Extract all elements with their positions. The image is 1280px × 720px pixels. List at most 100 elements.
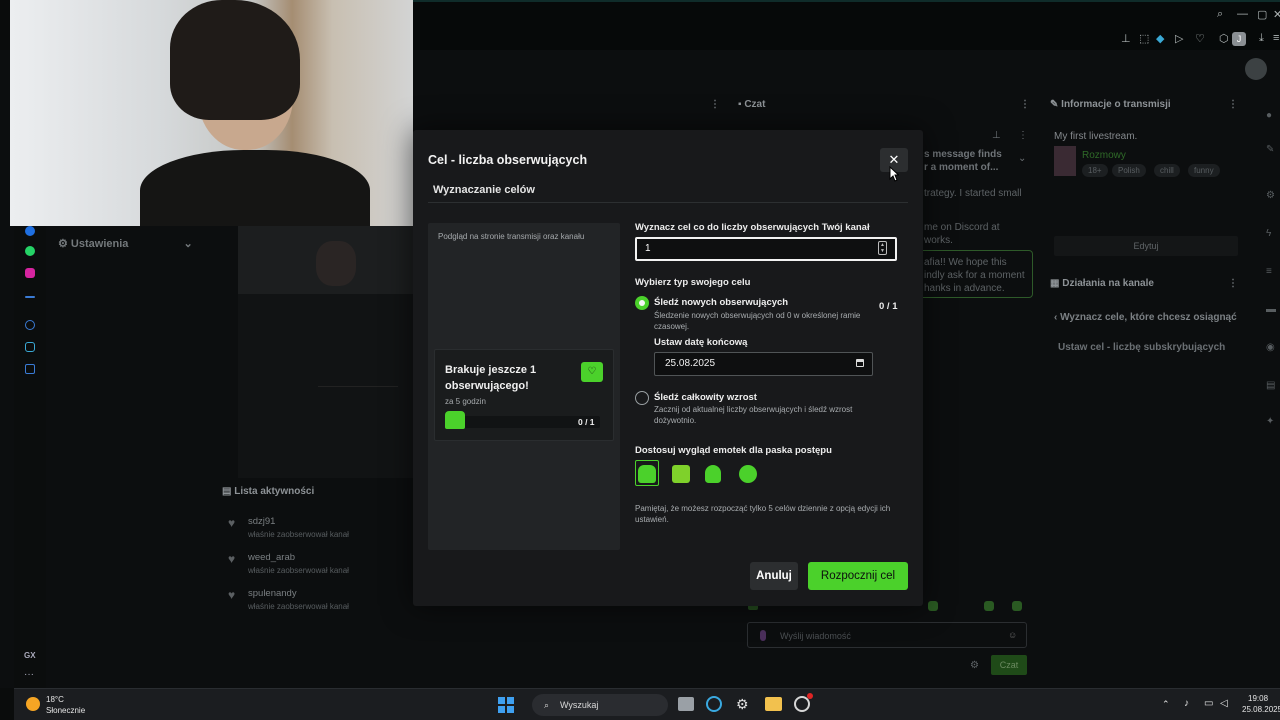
network-icon[interactable]: ▭: [1204, 698, 1213, 709]
daily-limit-note: Pamiętaj, że możesz rozpocząć tylko 5 ce…: [635, 504, 891, 524]
user-avatar[interactable]: [1245, 58, 1267, 80]
stream-category[interactable]: Rozmowy: [1082, 150, 1126, 161]
file-explorer-icon[interactable]: [765, 697, 782, 711]
mouse-cursor-icon: [889, 166, 899, 182]
end-date-input[interactable]: 25.08.2025: [654, 352, 873, 376]
menu-icon[interactable]: ≡: [1273, 32, 1279, 44]
section-title: Wyznaczanie celów: [433, 184, 535, 196]
stream-info-menu-icon[interactable]: ⋮: [1228, 94, 1238, 116]
volume-icon[interactable]: ◁: [1220, 698, 1228, 709]
emote-frog-icon[interactable]: [638, 465, 656, 483]
pin-icon[interactable]: ⊥: [1121, 32, 1131, 45]
minimize-icon[interactable]: —: [1237, 8, 1248, 20]
lightning-icon[interactable]: ϟ: [1266, 228, 1271, 239]
start-goal-button[interactable]: Rozpocznij cel: [808, 562, 908, 590]
clock-date[interactable]: 25.08.2025: [1242, 705, 1280, 714]
heart-icon[interactable]: ♡: [1195, 32, 1205, 45]
opera-gx-icon[interactable]: [706, 696, 722, 712]
pencil-icon[interactable]: ✎: [1266, 144, 1274, 155]
settings-header[interactable]: ⚙ Ustawienia ⌄: [58, 233, 193, 255]
chat-send-button[interactable]: Czat: [991, 655, 1027, 675]
extensions-icon[interactable]: ⬡: [1219, 32, 1229, 45]
end-date-label: Ustaw datę końcową: [654, 337, 748, 348]
browser-topbar: ⌕ — ▢ ✕ ⊥ ⬚ ◆ ▷ ♡ ⬡ J ⤓ ≡: [413, 0, 1280, 50]
clock-time[interactable]: 19:08: [1248, 694, 1268, 703]
play-icon[interactable]: ▷: [1175, 32, 1183, 45]
cancel-button[interactable]: Anuluj: [750, 562, 798, 590]
close-window-icon[interactable]: ✕: [1273, 8, 1280, 21]
heart-icon: ♥: [228, 588, 236, 602]
progress-emote-icon: [445, 411, 465, 429]
chevron-up-icon[interactable]: ⌃: [1162, 699, 1170, 710]
search-icon: ⌕: [544, 700, 550, 710]
target-number-input[interactable]: 1: [635, 237, 897, 261]
whatsapp-icon[interactable]: [25, 246, 35, 256]
shield-icon[interactable]: ◆: [1156, 32, 1164, 45]
chat-menu-icon[interactable]: ⋮: [1020, 94, 1030, 116]
snapshot-icon[interactable]: ⬚: [1139, 32, 1149, 45]
sun-icon[interactable]: [26, 697, 40, 711]
info-icon[interactable]: [25, 364, 35, 374]
goal-preview-card: Brakuje jeszcze 1 obserwującego! ♡ za 5 …: [434, 349, 614, 441]
windows-start-icon[interactable]: [498, 697, 514, 713]
profile-avatar[interactable]: J: [1232, 32, 1246, 46]
settings-app-icon[interactable]: ⚙: [736, 696, 752, 712]
goal-progress-count: 0 / 1: [578, 417, 595, 427]
weather-desc[interactable]: Słonecznie: [46, 706, 85, 715]
target-label: Wyznacz cel co do liczby obserwujących T…: [635, 222, 870, 233]
emote-blob-icon[interactable]: [739, 465, 757, 483]
messenger-icon[interactable]: [25, 226, 35, 236]
chat-input[interactable]: Wyślij wiadomość ☺: [747, 622, 1027, 648]
layers-icon[interactable]: ▤: [1266, 380, 1275, 391]
emote-label: Dostosuj wygląd emotek dla paska postępu: [635, 445, 832, 456]
channel-actions-back[interactable]: ‹ Wyznacz cele, które chcesz osiągnąć: [1054, 312, 1237, 323]
taskbar-search[interactable]: ⌕ Wyszukaj: [532, 694, 668, 716]
emote-cat-icon[interactable]: [672, 465, 690, 483]
broadcast-icon[interactable]: ◉: [1266, 342, 1275, 353]
edit-stream-button[interactable]: Edytuj: [1054, 236, 1238, 256]
mic-icon[interactable]: [760, 630, 766, 641]
channel-actions-menu-icon[interactable]: ⋮: [1228, 273, 1238, 295]
pinned-menu-icon[interactable]: ⋮: [1018, 130, 1028, 141]
instagram-icon[interactable]: [25, 268, 35, 278]
history-icon[interactable]: [25, 320, 35, 330]
activity-action: właśnie zaobserwował kanał: [248, 566, 349, 575]
radio-new-followers[interactable]: [635, 296, 649, 310]
right-toolbar: ● ✎ ⚙ ϟ ≡ ▬ ◉ ▤ ✦: [1258, 110, 1280, 430]
panel-menu-icon[interactable]: ⋮: [710, 94, 720, 116]
radio-total-growth[interactable]: [635, 391, 649, 405]
mic-icon[interactable]: ♪: [1184, 698, 1189, 709]
category-thumbnail: [1054, 146, 1076, 176]
chevron-down-icon: ⌄: [183, 238, 193, 250]
pin-icon[interactable]: ⊥: [992, 130, 1001, 141]
search-icon[interactable]: ⌕: [1217, 8, 1223, 21]
download-icon[interactable]: ⤓: [1259, 32, 1264, 45]
chat-settings-icon[interactable]: ⚙: [970, 660, 979, 671]
activity-action: właśnie zaobserwował kanał: [248, 530, 349, 539]
extensions-icon[interactable]: [25, 342, 35, 352]
app-icon[interactable]: [794, 693, 813, 712]
more-icon[interactable]: ···: [24, 669, 34, 680]
emoji-icon[interactable]: ☺: [1008, 630, 1017, 640]
list-icon: ▤: [222, 486, 235, 497]
info-icon[interactable]: ●: [1266, 110, 1272, 121]
option-total-growth-title[interactable]: Śledź całkowity wzrost: [654, 392, 757, 403]
task-view-icon[interactable]: [678, 697, 694, 711]
gx-corner-label[interactable]: GX: [24, 651, 36, 660]
calendar-icon[interactable]: [856, 359, 864, 367]
maximize-icon[interactable]: ▢: [1257, 8, 1267, 21]
gear-icon[interactable]: ⚙: [1266, 190, 1275, 201]
goal-subscribers-item[interactable]: Ustaw cel - liczbę subskrybujących: [1058, 342, 1225, 353]
option-new-followers-title[interactable]: Śledź nowych obserwujących: [654, 297, 788, 308]
wrench-icon[interactable]: ✦: [1266, 416, 1274, 427]
chevron-down-icon[interactable]: ⌄: [1018, 153, 1026, 164]
stream-preview-thumbnail: [238, 226, 413, 478]
list-icon[interactable]: ≡: [1266, 266, 1272, 277]
chat-bubble-icon[interactable]: ▬: [1266, 304, 1276, 315]
activity-list-header: ▤ Lista aktywności: [222, 486, 315, 497]
weather-temp[interactable]: 18°C: [46, 695, 64, 704]
channel-actions-header: ▦ Działania na kanale: [1050, 278, 1154, 289]
goal-type-label: Wybierz typ swojego celu: [635, 277, 751, 288]
emote-ghost-icon[interactable]: [705, 465, 721, 483]
number-stepper-icon[interactable]: ▲ ▼: [878, 241, 887, 255]
